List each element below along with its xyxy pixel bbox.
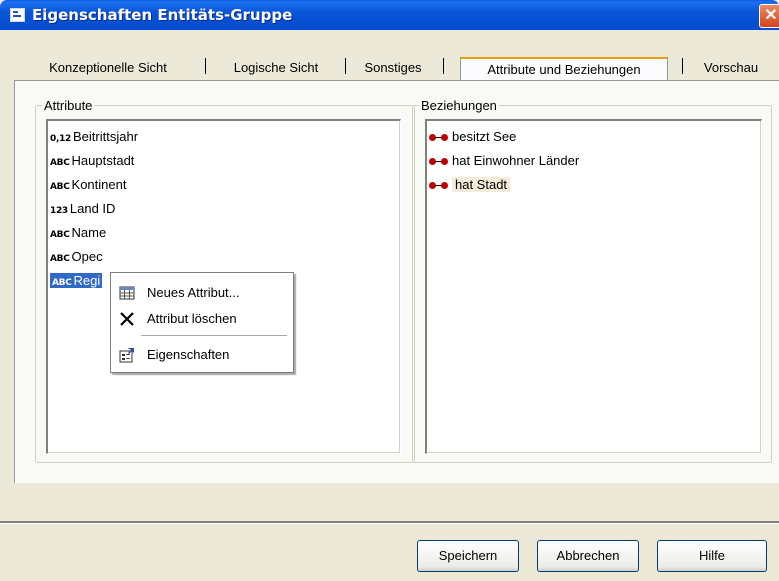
- menu-separator: [141, 335, 287, 336]
- tab-separator: [443, 58, 444, 74]
- save-button[interactable]: Speichern: [417, 540, 519, 572]
- delete-x-icon: [120, 312, 134, 326]
- menu-item-properties[interactable]: Eigenschaften: [111, 343, 293, 367]
- relation-icon: [429, 157, 449, 167]
- relations-group: Beziehungen besitzt See hat Einwohner Lä…: [412, 98, 772, 463]
- tab-sonstiges[interactable]: Sonstiges: [350, 57, 436, 79]
- window-icon: [10, 8, 25, 22]
- list-item[interactable]: ABC Kontinent: [50, 174, 126, 196]
- decimal-type-icon: 0,12: [50, 134, 72, 144]
- list-item[interactable]: ABC Hauptstadt: [50, 150, 134, 172]
- list-item[interactable]: ABC Name: [50, 222, 106, 244]
- properties-icon: [119, 348, 134, 363]
- context-menu: Neues Attribut... Attribut löschen Eigen…: [110, 272, 294, 373]
- attributes-group-label: Attribute: [42, 98, 95, 113]
- text-type-icon: ABC: [50, 254, 70, 264]
- menu-item-delete-attribute[interactable]: Attribut löschen: [111, 307, 293, 331]
- table-icon: [119, 286, 135, 300]
- relations-group-label: Beziehungen: [419, 98, 499, 113]
- title-bar: Eigenschaften Entitäts-Gruppe ✕: [0, 0, 779, 30]
- tab-konzeptionelle-sicht[interactable]: Konzeptionelle Sicht: [18, 57, 198, 79]
- text-type-icon: ABC: [50, 230, 70, 240]
- text-type-icon: ABC: [50, 182, 70, 192]
- list-item-selected[interactable]: ABC Regi: [50, 270, 103, 292]
- text-type-icon: ABC: [50, 158, 70, 168]
- text-type-icon: ABC: [52, 278, 72, 288]
- relation-icon: [429, 133, 449, 143]
- tab-separator: [682, 58, 683, 74]
- list-item[interactable]: besitzt See: [429, 126, 516, 148]
- tab-attribute-und-beziehungen[interactable]: Attribute und Beziehungen: [460, 57, 668, 81]
- tab-separator: [205, 58, 206, 74]
- list-item[interactable]: hat Einwohner Länder: [429, 150, 579, 172]
- menu-item-new-attribute[interactable]: Neues Attribut...: [111, 281, 293, 305]
- close-button[interactable]: ✕: [759, 4, 779, 28]
- relations-list[interactable]: besitzt See hat Einwohner Länder hat Sta…: [425, 119, 762, 454]
- relation-icon: [429, 181, 449, 191]
- cancel-button[interactable]: Abbrechen: [537, 540, 639, 572]
- list-item-highlighted[interactable]: hat Stadt: [429, 174, 511, 196]
- window-title: Eigenschaften Entitäts-Gruppe: [32, 6, 293, 24]
- integer-type-icon: 123: [50, 206, 68, 216]
- divider: [0, 521, 779, 524]
- tab-logische-sicht[interactable]: Logische Sicht: [214, 57, 338, 79]
- tab-separator: [345, 58, 346, 74]
- help-button[interactable]: Hilfe: [657, 540, 767, 572]
- list-item[interactable]: 123 Land ID: [50, 198, 115, 220]
- list-item[interactable]: ABC Opec: [50, 246, 103, 268]
- tab-vorschau[interactable]: Vorschau: [692, 57, 770, 79]
- list-item[interactable]: 0,12 Beitrittsjahr: [50, 126, 138, 148]
